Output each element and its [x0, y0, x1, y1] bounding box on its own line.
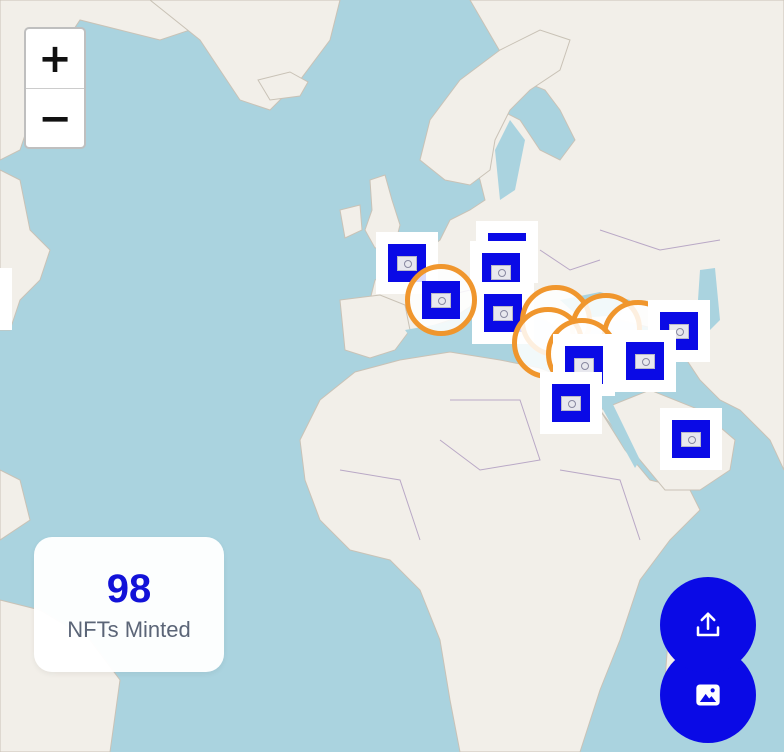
image-placeholder-icon	[574, 357, 594, 373]
nft-marker-thumbnail	[626, 342, 664, 380]
image-placeholder-icon	[561, 395, 581, 411]
nft-count-value: 98	[106, 566, 152, 611]
zoom-out-button[interactable]: −	[26, 88, 84, 147]
image-icon	[696, 684, 720, 706]
image-placeholder-icon	[635, 353, 655, 369]
nft-cluster-marker[interactable]	[405, 264, 477, 336]
offscreen-marker-edge[interactable]	[0, 268, 12, 330]
image-placeholder-icon	[681, 431, 701, 447]
nft-marker-thumbnail	[552, 384, 590, 422]
nft-marker-thumbnail	[672, 420, 710, 458]
upload-icon	[696, 612, 720, 637]
nft-marker[interactable]	[540, 372, 602, 434]
nft-count-card: 98 NFTs Minted	[34, 537, 224, 672]
zoom-control: + −	[24, 27, 86, 149]
nft-count-label: NFTs Minted	[67, 616, 191, 642]
zoom-in-button[interactable]: +	[26, 29, 84, 88]
image-placeholder-icon	[493, 305, 513, 321]
nft-marker[interactable]	[614, 330, 676, 392]
image-placeholder-icon	[491, 264, 511, 280]
image-placeholder-icon	[397, 255, 417, 271]
nft-marker[interactable]	[660, 408, 722, 470]
upload-button[interactable]	[660, 577, 756, 673]
image-placeholder-icon	[431, 292, 451, 308]
nft-marker-thumbnail	[422, 281, 460, 319]
